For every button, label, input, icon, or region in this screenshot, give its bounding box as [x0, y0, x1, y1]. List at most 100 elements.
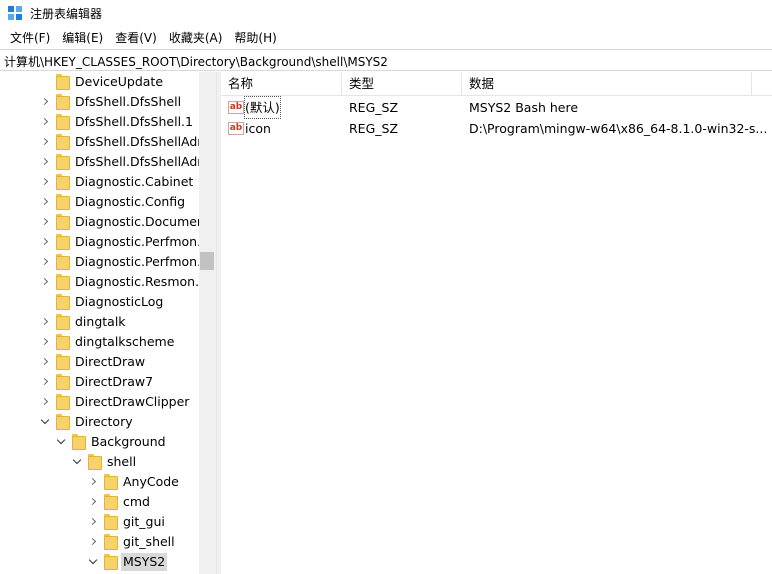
tree-item-label: Diagnostic.Perfmon.Document	[75, 254, 199, 269]
folder-icon	[56, 74, 70, 90]
value-name: icon	[245, 121, 271, 136]
tree-item[interactable]: Diagnostic.Cabinet	[0, 172, 199, 192]
chevron-right-icon[interactable]	[40, 277, 50, 287]
chevron-right-icon[interactable]	[40, 157, 50, 167]
tree-item[interactable]: DfsShell.DfsShell.1	[0, 112, 199, 132]
chevron-right-icon[interactable]	[88, 537, 98, 547]
folder-icon	[56, 134, 70, 150]
chevron-right-icon[interactable]	[40, 117, 50, 127]
tree-item[interactable]: Diagnostic.Perfmon.Config	[0, 232, 199, 252]
tree-item-label: DirectDrawClipper	[75, 394, 190, 409]
tree-item-label: Diagnostic.Config	[75, 194, 186, 209]
tree-item[interactable]: DfsShell.DfsShellAdmin	[0, 132, 199, 152]
chevron-down-icon[interactable]	[72, 457, 82, 467]
tree-item[interactable]: git_gui	[0, 512, 199, 532]
chevron-right-icon[interactable]	[40, 217, 50, 227]
tree-item-label: DiagnosticLog	[75, 294, 164, 309]
tree-item-label: DeviceUpdate	[75, 74, 164, 89]
folder-icon	[56, 154, 70, 170]
folder-icon	[104, 554, 118, 570]
tree-item[interactable]: cmd	[0, 492, 199, 512]
title-bar: 注册表编辑器	[0, 0, 772, 27]
folder-icon	[56, 174, 70, 190]
tree-item[interactable]: DfsShell.DfsShellAdmin.1	[0, 152, 199, 172]
tree-item[interactable]: DiagnosticLog	[0, 292, 199, 312]
folder-icon	[56, 254, 70, 270]
folder-icon	[56, 194, 70, 210]
folder-icon	[56, 334, 70, 350]
tree-item[interactable]: Diagnostic.Config	[0, 192, 199, 212]
tree-item[interactable]: Background	[0, 432, 199, 452]
tree-item[interactable]: DirectDraw7	[0, 372, 199, 392]
tree-item-label: Diagnostic.Cabinet	[75, 174, 194, 189]
tree-item[interactable]: Diagnostic.Resmon.Config	[0, 272, 199, 292]
tree-item[interactable]: DirectDraw	[0, 352, 199, 372]
tree-item-label: DirectDraw	[75, 354, 146, 369]
chevron-right-icon[interactable]	[88, 497, 98, 507]
column-header-name[interactable]: 名称	[221, 72, 342, 96]
tree-item-label: dingtalk	[75, 314, 126, 329]
menu-favorites[interactable]: 收藏夹(A)	[163, 28, 229, 48]
chevron-right-icon[interactable]	[40, 377, 50, 387]
chevron-right-icon[interactable]	[40, 197, 50, 207]
address-bar[interactable]: 计算机\HKEY_CLASSES_ROOT\Directory\Backgrou…	[0, 49, 772, 71]
tree-item[interactable]: dingtalk	[0, 312, 199, 332]
chevron-right-icon[interactable]	[40, 97, 50, 107]
tree-item[interactable]: Directory	[0, 412, 199, 432]
menu-view[interactable]: 查看(V)	[109, 28, 163, 48]
menu-help[interactable]: 帮助(H)	[228, 28, 282, 48]
tree-item-label: MSYS2	[121, 553, 168, 571]
chevron-right-icon[interactable]	[40, 337, 50, 347]
tree-item-label: git_gui	[123, 514, 165, 529]
tree-item[interactable]: Diagnostic.Document	[0, 212, 199, 232]
chevron-right-icon[interactable]	[88, 477, 98, 487]
folder-icon	[56, 414, 70, 430]
tree-scrollbar-thumb[interactable]	[200, 252, 214, 270]
tree-item[interactable]: AnyCode	[0, 472, 199, 492]
folder-icon	[56, 94, 70, 110]
chevron-right-icon[interactable]	[40, 177, 50, 187]
tree-item[interactable]: dingtalkscheme	[0, 332, 199, 352]
tree-item-label: DirectDraw7	[75, 374, 154, 389]
value-data: D:\Program\mingw-w64\x86_64-8.1.0-win32-…	[469, 121, 768, 136]
tree-item[interactable]: DeviceUpdate	[0, 72, 199, 92]
tree-item-label: DfsShell.DfsShellAdmin.1	[75, 154, 199, 169]
menu-file[interactable]: 文件(F)	[4, 28, 56, 48]
chevron-right-icon[interactable]	[88, 517, 98, 527]
value-row[interactable]: ab (默认) REG_SZ MSYS2 Bash here	[221, 96, 772, 119]
tree-item-label: dingtalkscheme	[75, 334, 175, 349]
tree-item-label: DfsShell.DfsShell	[75, 94, 182, 109]
tree-item-label: DfsShell.DfsShell.1	[75, 114, 193, 129]
tree-item[interactable]: DfsShell.DfsShell	[0, 92, 199, 112]
tree-item-label: DfsShell.DfsShellAdmin	[75, 134, 199, 149]
chevron-down-icon[interactable]	[56, 437, 66, 447]
key-tree: DeviceUpdate DfsShell.DfsShell DfsShell.Df…	[0, 72, 199, 574]
value-name: (默认)	[244, 96, 281, 119]
tree-item[interactable]: DirectDrawClipper	[0, 392, 199, 412]
chevron-right-icon[interactable]	[40, 257, 50, 267]
tree-item[interactable]: MSYS2	[0, 552, 199, 572]
folder-icon	[72, 434, 86, 450]
chevron-right-icon[interactable]	[40, 137, 50, 147]
chevron-right-icon[interactable]	[40, 237, 50, 247]
tree-item[interactable]: git_shell	[0, 532, 199, 552]
folder-icon	[56, 374, 70, 390]
tree-item[interactable]: shell	[0, 452, 199, 472]
tree-item-label: AnyCode	[123, 474, 179, 489]
chevron-down-icon[interactable]	[40, 417, 50, 427]
column-header-data[interactable]: 数据	[462, 72, 752, 96]
chevron-right-icon[interactable]	[40, 317, 50, 327]
value-row[interactable]: ab icon REG_SZ D:\Program\mingw-w64\x86_…	[221, 118, 772, 139]
tree-scrollbar[interactable]	[199, 72, 216, 574]
folder-icon	[56, 274, 70, 290]
tree-item-label: Diagnostic.Document	[75, 214, 199, 229]
tree-item-label: shell	[107, 454, 137, 469]
chevron-right-icon[interactable]	[40, 397, 50, 407]
folder-icon	[56, 234, 70, 250]
tree-item[interactable]: Diagnostic.Perfmon.Document	[0, 252, 199, 272]
address-path[interactable]: 计算机\HKEY_CLASSES_ROOT\Directory\Backgrou…	[4, 53, 388, 70]
menu-edit[interactable]: 编辑(E)	[56, 28, 109, 48]
chevron-down-icon[interactable]	[88, 557, 98, 567]
column-header-type[interactable]: 类型	[342, 72, 462, 96]
chevron-right-icon[interactable]	[40, 357, 50, 367]
